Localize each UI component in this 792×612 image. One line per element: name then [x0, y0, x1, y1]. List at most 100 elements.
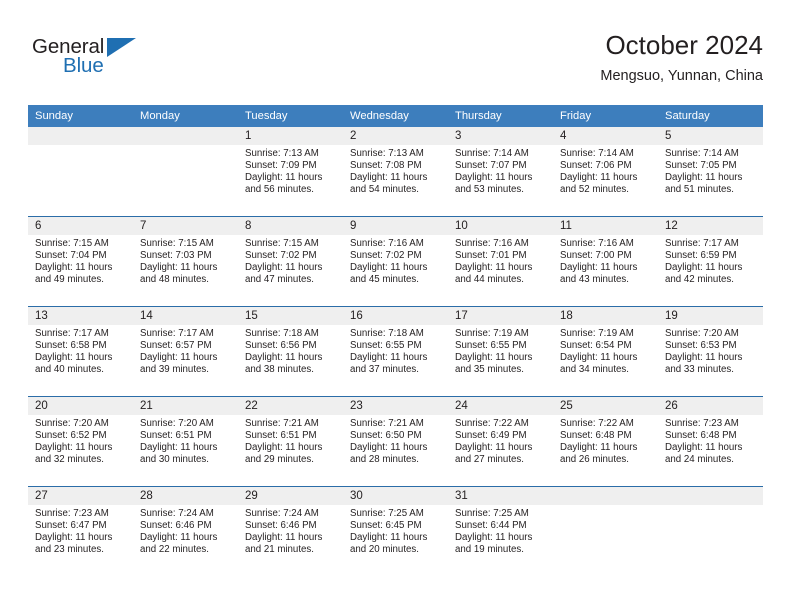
- day-sun-info: Sunrise: 7:25 AM Sunset: 6:45 PM Daylight:…: [343, 505, 448, 556]
- daylight-duration-line1: Daylight: 11 hours: [665, 171, 743, 183]
- daylight-duration-line1: Daylight: 11 hours: [455, 171, 533, 183]
- day-sun-info: Sunrise: 7:25 AM Sunset: 6:44 PM Daylight:…: [448, 505, 553, 556]
- sunrise-time: Sunrise: 7:22 AM: [560, 418, 634, 429]
- calendar-day-cell[interactable]: 16 Sunrise: 7:18 AM Sunset: 6:55 PM Dayligh…: [343, 306, 448, 397]
- daylight-duration-line2: and 39 minutes.: [140, 363, 209, 375]
- day-cell-inner: [28, 127, 133, 216]
- calendar-day-cell[interactable]: 4 Sunrise: 7:14 AM Sunset: 7:06 PM Daylight…: [553, 127, 658, 217]
- daylight-duration-line2: and 51 minutes.: [665, 183, 734, 195]
- day-number: 1: [238, 127, 343, 145]
- daylight-duration-line1: Daylight: 11 hours: [245, 351, 323, 363]
- calendar-day-cell[interactable]: 9 Sunrise: 7:16 AM Sunset: 7:02 PM Daylight…: [343, 216, 448, 307]
- calendar-day-cell[interactable]: 5 Sunrise: 7:14 AM Sunset: 7:05 PM Daylight…: [658, 127, 763, 217]
- calendar-day-cell[interactable]: 17 Sunrise: 7:19 AM Sunset: 6:55 PM Dayligh…: [448, 306, 553, 397]
- calendar-day-cell[interactable]: 13 Sunrise: 7:17 AM Sunset: 6:58 PM Dayligh…: [28, 306, 133, 397]
- sunrise-time: Sunrise: 7:18 AM: [245, 328, 319, 339]
- daylight-duration-line2: and 40 minutes.: [35, 363, 104, 375]
- day-sun-info: Sunrise: 7:14 AM Sunset: 7:05 PM Daylight:…: [658, 145, 763, 196]
- sunrise-time: Sunrise: 7:25 AM: [350, 508, 424, 519]
- sunrise-time: Sunrise: 7:22 AM: [455, 418, 529, 429]
- sunrise-time: Sunrise: 7:17 AM: [665, 238, 739, 249]
- calendar-day-cell[interactable]: 19 Sunrise: 7:20 AM Sunset: 6:53 PM Dayligh…: [658, 306, 763, 397]
- logo-triangle-icon: [107, 38, 136, 57]
- day-number: 4: [553, 127, 658, 145]
- sunset-time: Sunset: 6:51 PM: [140, 429, 212, 441]
- day-sun-info: Sunrise: 7:20 AM Sunset: 6:51 PM Daylight:…: [133, 415, 238, 466]
- day-number: 7: [133, 217, 238, 235]
- day-sun-info: Sunrise: 7:20 AM Sunset: 6:53 PM Daylight:…: [658, 325, 763, 376]
- calendar-day-cell[interactable]: 31 Sunrise: 7:25 AM Sunset: 6:44 PM Dayligh…: [448, 486, 553, 576]
- calendar-day-cell[interactable]: 28 Sunrise: 7:24 AM Sunset: 6:46 PM Dayligh…: [133, 486, 238, 576]
- day-sun-info: Sunrise: 7:22 AM Sunset: 6:48 PM Daylight:…: [553, 415, 658, 466]
- sunset-time: Sunset: 7:07 PM: [455, 159, 527, 171]
- daylight-duration-line1: Daylight: 11 hours: [665, 261, 743, 273]
- calendar-day-cell[interactable]: 20 Sunrise: 7:20 AM Sunset: 6:52 PM Dayligh…: [28, 396, 133, 487]
- day-number: 27: [28, 487, 133, 505]
- calendar-day-cell[interactable]: 7 Sunrise: 7:15 AM Sunset: 7:03 PM Daylight…: [133, 216, 238, 307]
- day-number: [133, 127, 238, 145]
- day-number: 23: [343, 397, 448, 415]
- calendar-day-cell[interactable]: 12 Sunrise: 7:17 AM Sunset: 6:59 PM Dayligh…: [658, 216, 763, 307]
- calendar-day-cell[interactable]: 10 Sunrise: 7:16 AM Sunset: 7:01 PM Dayligh…: [448, 216, 553, 307]
- day-number: 20: [28, 397, 133, 415]
- day-number: 13: [28, 307, 133, 325]
- day-cell-inner: 13 Sunrise: 7:17 AM Sunset: 6:58 PM Dayligh…: [28, 307, 133, 396]
- day-sun-info: Sunrise: 7:17 AM Sunset: 6:58 PM Daylight:…: [28, 325, 133, 376]
- day-cell-inner: 16 Sunrise: 7:18 AM Sunset: 6:55 PM Dayligh…: [343, 307, 448, 396]
- calendar-day-cell[interactable]: 6 Sunrise: 7:15 AM Sunset: 7:04 PM Daylight…: [28, 216, 133, 307]
- sunrise-time: Sunrise: 7:15 AM: [245, 238, 319, 249]
- day-sun-info: Sunrise: 7:14 AM Sunset: 7:07 PM Daylight:…: [448, 145, 553, 196]
- calendar-day-cell[interactable]: 1 Sunrise: 7:13 AM Sunset: 7:09 PM Daylight…: [238, 127, 343, 217]
- day-cell-inner: 4 Sunrise: 7:14 AM Sunset: 7:06 PM Daylight…: [553, 127, 658, 216]
- sunset-time: Sunset: 7:03 PM: [140, 249, 212, 261]
- day-sun-info: Sunrise: 7:20 AM Sunset: 6:52 PM Daylight:…: [28, 415, 133, 466]
- calendar-day-cell[interactable]: 26 Sunrise: 7:23 AM Sunset: 6:48 PM Dayligh…: [658, 396, 763, 487]
- calendar-day-cell[interactable]: 21 Sunrise: 7:20 AM Sunset: 6:51 PM Dayligh…: [133, 396, 238, 487]
- calendar-day-cell[interactable]: 8 Sunrise: 7:15 AM Sunset: 7:02 PM Daylight…: [238, 216, 343, 307]
- calendar-day-cell[interactable]: 2 Sunrise: 7:13 AM Sunset: 7:08 PM Daylight…: [343, 127, 448, 217]
- sunrise-time: Sunrise: 7:19 AM: [560, 328, 634, 339]
- daylight-duration-line1: Daylight: 11 hours: [140, 351, 218, 363]
- daylight-duration-line1: Daylight: 11 hours: [350, 441, 428, 453]
- calendar-day-cell[interactable]: 18 Sunrise: 7:19 AM Sunset: 6:54 PM Dayligh…: [553, 306, 658, 397]
- day-number: 9: [343, 217, 448, 235]
- day-cell-inner: 17 Sunrise: 7:19 AM Sunset: 6:55 PM Dayligh…: [448, 307, 553, 396]
- day-cell-inner: 27 Sunrise: 7:23 AM Sunset: 6:47 PM Dayligh…: [28, 487, 133, 576]
- sunset-time: Sunset: 6:44 PM: [455, 519, 527, 531]
- sunset-time: Sunset: 6:52 PM: [35, 429, 107, 441]
- sunset-time: Sunset: 6:55 PM: [350, 339, 422, 351]
- sunset-time: Sunset: 6:59 PM: [665, 249, 737, 261]
- calendar-day-cell[interactable]: 15 Sunrise: 7:18 AM Sunset: 6:56 PM Dayligh…: [238, 306, 343, 397]
- daylight-duration-line1: Daylight: 11 hours: [245, 171, 323, 183]
- calendar-day-cell[interactable]: 29 Sunrise: 7:24 AM Sunset: 6:46 PM Dayligh…: [238, 486, 343, 576]
- calendar-day-cell[interactable]: 24 Sunrise: 7:22 AM Sunset: 6:49 PM Dayligh…: [448, 396, 553, 487]
- sunrise-time: Sunrise: 7:25 AM: [455, 508, 529, 519]
- daylight-duration-line1: Daylight: 11 hours: [140, 441, 218, 453]
- sunrise-time: Sunrise: 7:15 AM: [140, 238, 214, 249]
- calendar-day-cell[interactable]: 25 Sunrise: 7:22 AM Sunset: 6:48 PM Dayligh…: [553, 396, 658, 487]
- day-number: 6: [28, 217, 133, 235]
- day-cell-inner: [658, 487, 763, 576]
- general-blue-logo[interactable]: General Blue: [32, 35, 212, 93]
- calendar-page: General Blue October 2024 Mengsuo, Yunna…: [0, 0, 792, 612]
- sunrise-time: Sunrise: 7:19 AM: [455, 328, 529, 339]
- calendar-day-cell[interactable]: 11 Sunrise: 7:16 AM Sunset: 7:00 PM Dayligh…: [553, 216, 658, 307]
- title-block: October 2024 Mengsuo, Yunnan, China: [600, 28, 763, 87]
- calendar-day-cell[interactable]: 27 Sunrise: 7:23 AM Sunset: 6:47 PM Dayligh…: [28, 486, 133, 576]
- day-number: 26: [658, 397, 763, 415]
- day-sun-info: Sunrise: 7:23 AM Sunset: 6:47 PM Daylight:…: [28, 505, 133, 556]
- calendar-day-cell[interactable]: 3 Sunrise: 7:14 AM Sunset: 7:07 PM Daylight…: [448, 127, 553, 217]
- day-cell-inner: 3 Sunrise: 7:14 AM Sunset: 7:07 PM Daylight…: [448, 127, 553, 216]
- sunrise-time: Sunrise: 7:13 AM: [350, 148, 424, 159]
- sunrise-time: Sunrise: 7:18 AM: [350, 328, 424, 339]
- daylight-duration-line2: and 43 minutes.: [560, 273, 629, 285]
- day-number: 3: [448, 127, 553, 145]
- calendar-day-cell[interactable]: 30 Sunrise: 7:25 AM Sunset: 6:45 PM Dayligh…: [343, 486, 448, 576]
- calendar-day-cell[interactable]: 14 Sunrise: 7:17 AM Sunset: 6:57 PM Dayligh…: [133, 306, 238, 397]
- calendar-day-cell[interactable]: 22 Sunrise: 7:21 AM Sunset: 6:51 PM Dayligh…: [238, 396, 343, 487]
- day-number: 21: [133, 397, 238, 415]
- daylight-duration-line1: Daylight: 11 hours: [35, 441, 113, 453]
- daylight-duration-line1: Daylight: 11 hours: [665, 351, 743, 363]
- day-sun-info: Sunrise: 7:21 AM Sunset: 6:50 PM Daylight:…: [343, 415, 448, 466]
- calendar-day-cell[interactable]: 23 Sunrise: 7:21 AM Sunset: 6:50 PM Dayligh…: [343, 396, 448, 487]
